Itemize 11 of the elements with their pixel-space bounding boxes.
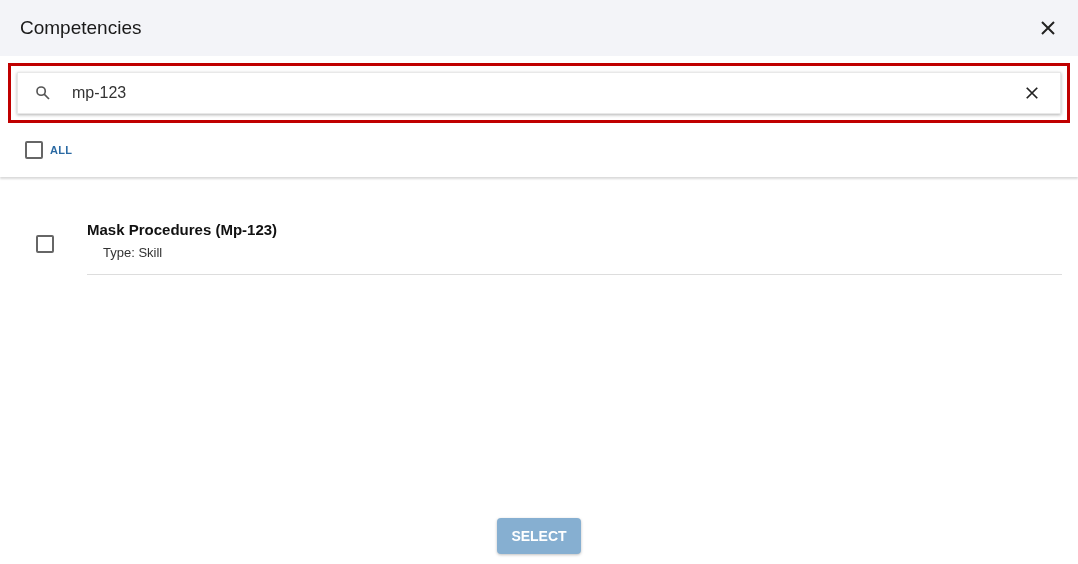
- item-title: Mask Procedures (Mp-123): [87, 220, 279, 240]
- search-field[interactable]: mp-123: [72, 81, 1020, 105]
- search-bar[interactable]: mp-123: [17, 72, 1061, 114]
- checkbox[interactable]: [25, 141, 43, 159]
- checkbox[interactable]: [36, 235, 54, 253]
- item-type: Type: Skill: [103, 243, 164, 262]
- close-icon: [1025, 86, 1039, 100]
- close-icon: [1040, 20, 1056, 36]
- dialog-title: Competencies: [20, 15, 142, 40]
- search-icon: [34, 84, 52, 102]
- select-all-label[interactable]: ALL: [50, 141, 73, 159]
